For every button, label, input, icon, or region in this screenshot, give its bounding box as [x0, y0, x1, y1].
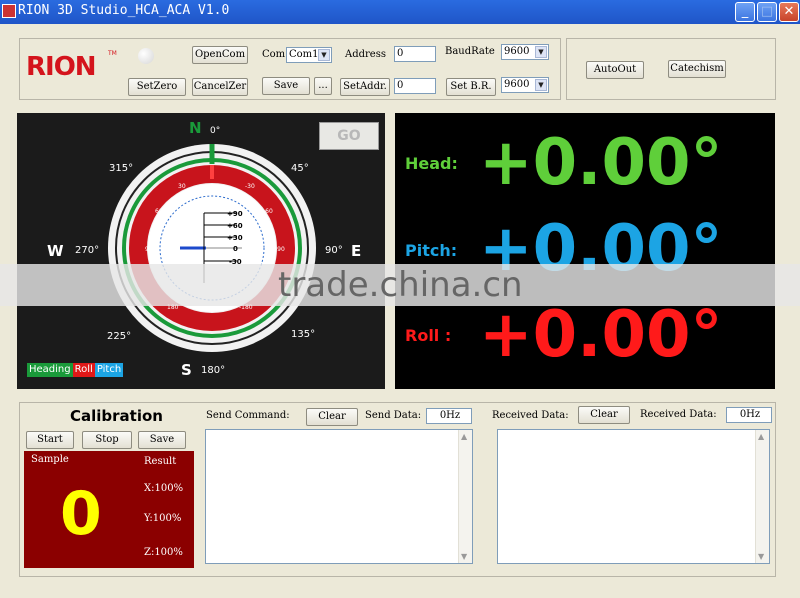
received-data-textarea[interactable]: ▲ ▼	[497, 429, 770, 564]
pitch-tick-label: +30	[227, 234, 243, 242]
address-input[interactable]: 0	[394, 46, 436, 62]
roll-tick-label: 30	[178, 183, 186, 190]
pitch-tick-label: +60	[227, 222, 243, 230]
watermark-text: trade.china.cn	[278, 265, 523, 305]
save-button[interactable]: Save	[262, 77, 310, 95]
roll-tick-label: 90	[145, 246, 153, 253]
minimize-button[interactable]: _	[735, 2, 755, 22]
send-clear-button[interactable]: Clear	[306, 408, 358, 426]
close-icon: ✕	[783, 4, 795, 19]
title-bar: RION 3D Studio_HCA_ACA V1.0 _ □ ✕	[0, 0, 800, 24]
received-data-label: Received Data:	[640, 409, 717, 420]
compass-west: W	[47, 242, 64, 260]
set-baudrate-select-value: 9600	[504, 79, 530, 90]
scroll-up-icon[interactable]: ▲	[461, 432, 467, 441]
set-zero-button[interactable]: SetZero	[128, 78, 186, 96]
rion-logo: RION	[26, 52, 97, 82]
calibration-save-button[interactable]: Save	[138, 431, 186, 449]
pitch-label: Pitch:	[405, 241, 458, 260]
legend-roll: Roll	[72, 363, 95, 377]
compass-east: E	[351, 242, 361, 260]
result-label: Result	[144, 456, 177, 467]
scroll-down-icon[interactable]: ▼	[461, 552, 467, 561]
result-y: Y:100%	[144, 513, 182, 524]
send-data-label: Send Data:	[365, 410, 422, 421]
logo-trademark: TM	[108, 50, 117, 57]
roll-tick-label: -60	[263, 208, 273, 215]
com-select-value: Com1	[289, 49, 319, 60]
scroll-up-icon[interactable]: ▲	[758, 432, 764, 441]
baudrate-label: BaudRate	[445, 46, 495, 57]
compass-north: N	[189, 119, 202, 137]
set-address-input[interactable]: 0	[394, 78, 436, 94]
roll-value: +0.00°	[479, 298, 723, 372]
compass-deg-180: 180°	[201, 365, 225, 376]
calibration-start-button[interactable]: Start	[26, 431, 74, 449]
set-baudrate-select[interactable]: 9600 ▼	[501, 77, 549, 93]
baudrate-select[interactable]: 9600 ▼	[501, 44, 549, 60]
result-z: Z:100%	[144, 547, 183, 558]
chevron-down-icon: ▼	[535, 79, 547, 91]
compass-panel: +90 +60 +30 0 -30 30 -30 60 -60 90 -90 1…	[17, 113, 385, 389]
calibration-stop-button[interactable]: Stop	[82, 431, 132, 449]
calibration-title: Calibration	[70, 407, 163, 425]
com-select[interactable]: Com1 ▼	[286, 47, 332, 63]
send-command-label: Send Command:	[206, 410, 290, 421]
roll-tick-label: -30	[245, 183, 255, 190]
received-label: Received Data:	[492, 410, 569, 421]
status-led-icon	[138, 48, 154, 64]
set-address-button[interactable]: SetAddr.	[340, 78, 390, 96]
legend-pitch: Pitch	[94, 363, 124, 377]
send-scrollbar[interactable]: ▲ ▼	[458, 430, 472, 563]
legend: Heading Roll Pitch	[27, 363, 124, 377]
minimize-icon: _	[741, 4, 749, 19]
chevron-down-icon: ▼	[318, 49, 330, 61]
send-command-textarea[interactable]: ▲ ▼	[205, 429, 473, 564]
receive-scrollbar[interactable]: ▲ ▼	[755, 430, 769, 563]
roll-label: Roll :	[405, 326, 452, 345]
auto-out-button[interactable]: AutoOut	[586, 61, 644, 79]
address-label: Address	[345, 49, 386, 60]
sample-label: Sample	[31, 454, 69, 465]
close-button[interactable]: ✕	[779, 2, 799, 22]
compass-deg-225: 225°	[107, 331, 131, 342]
compass-deg-90: 90°	[325, 245, 343, 256]
roll-tick-label: 60	[155, 208, 163, 215]
com-label: Com	[262, 49, 286, 60]
head-value: +0.00°	[479, 126, 723, 200]
scroll-down-icon[interactable]: ▼	[758, 552, 764, 561]
compass-deg-45: 45°	[291, 163, 309, 174]
legend-heading: Heading	[27, 363, 73, 377]
maximize-icon: □	[760, 4, 774, 19]
receive-clear-button[interactable]: Clear	[578, 406, 630, 424]
compass-deg-270: 270°	[75, 245, 99, 256]
sample-box: Sample Result 0 X:100% Y:100% Z:100%	[24, 451, 194, 568]
baudrate-select-value: 9600	[504, 46, 530, 57]
go-button[interactable]: GO	[319, 122, 379, 150]
sample-value: 0	[60, 479, 102, 549]
readout-panel: Head: +0.00° Pitch: +0.00° Roll : +0.00°	[395, 113, 775, 389]
send-data-field[interactable]: 0Hz	[426, 408, 472, 424]
browse-button[interactable]: ...	[314, 77, 332, 95]
maximize-button[interactable]: □	[757, 2, 777, 22]
head-label: Head:	[405, 154, 458, 173]
compass-deg-135: 135°	[291, 329, 315, 340]
received-data-field[interactable]: 0Hz	[726, 407, 772, 423]
cancel-zero-button[interactable]: CancelZer	[192, 78, 248, 96]
pitch-tick-label: 0	[233, 245, 238, 253]
compass-deg-315: 315°	[109, 163, 133, 174]
open-com-button[interactable]: OpenCom	[192, 46, 248, 64]
compass-south: S	[181, 361, 192, 379]
catechism-button[interactable]: Catechism	[668, 60, 726, 78]
window-title: RION 3D Studio_HCA_ACA V1.0	[18, 3, 230, 18]
chevron-down-icon: ▼	[535, 46, 547, 58]
set-baudrate-button[interactable]: Set B.R.	[446, 78, 496, 96]
compass-dial: +90 +60 +30 0 -30 30 -30 60 -60 90 -90 1…	[47, 119, 361, 379]
app-icon	[2, 4, 16, 18]
result-x: X:100%	[144, 483, 184, 494]
roll-tick-label: -90	[275, 246, 285, 253]
compass-deg-0: 0°	[210, 126, 220, 136]
pitch-tick-label: +90	[227, 210, 243, 218]
